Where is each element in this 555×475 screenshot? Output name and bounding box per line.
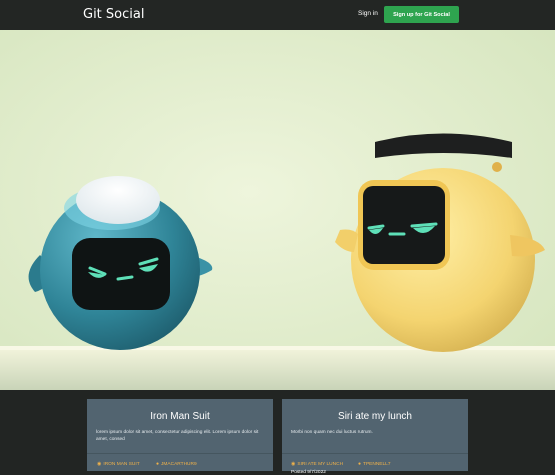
card-description: lorem ipsum dolor sit amet, consectetur …	[96, 430, 259, 442]
card-description: Morbi non quam nec dui luctus rutrum.	[291, 430, 373, 435]
card-title[interactable]: Iron Man Suit	[87, 411, 273, 422]
user-name: JMACARTHUR9	[161, 461, 197, 467]
repo-link[interactable]: ◉ IRON MAN SUIT	[97, 461, 140, 467]
post-card[interactable]: Siri ate my lunch Morbi non quam nec dui…	[282, 399, 468, 475]
post-card[interactable]: Iron Man Suit lorem ipsum dolor sit amet…	[87, 399, 273, 471]
top-navbar: Git Social Sign in Sign up for Git Socia…	[0, 0, 555, 30]
repo-name: SIRI ATE MY LUNCH	[297, 461, 344, 467]
post-cards-section: Iron Man Suit lorem ipsum dolor sit amet…	[0, 390, 555, 475]
hero-banner	[0, 30, 555, 390]
hero-robots-illustration	[0, 30, 555, 390]
brand-logo[interactable]: Git Social	[83, 7, 144, 22]
repo-name: IRON MAN SUIT	[103, 461, 140, 467]
card-title[interactable]: Siri ate my lunch	[282, 411, 468, 422]
user-link[interactable]: ● JMACARTHUR9	[156, 461, 197, 467]
signin-link[interactable]: Sign in	[358, 10, 378, 17]
card-divider	[87, 453, 273, 454]
user-link[interactable]: ● TPENNELL7	[358, 461, 391, 467]
user-name: TPENNELL7	[363, 461, 391, 467]
repo-link[interactable]: ◉ SIRI ATE MY LUNCH	[291, 461, 343, 467]
card-divider	[282, 453, 468, 454]
person-icon: ●	[156, 461, 160, 467]
repo-icon: ◉	[291, 461, 296, 467]
signup-button[interactable]: Sign up for Git Social	[384, 6, 459, 23]
person-icon: ●	[358, 461, 362, 467]
repo-icon: ◉	[97, 461, 102, 467]
